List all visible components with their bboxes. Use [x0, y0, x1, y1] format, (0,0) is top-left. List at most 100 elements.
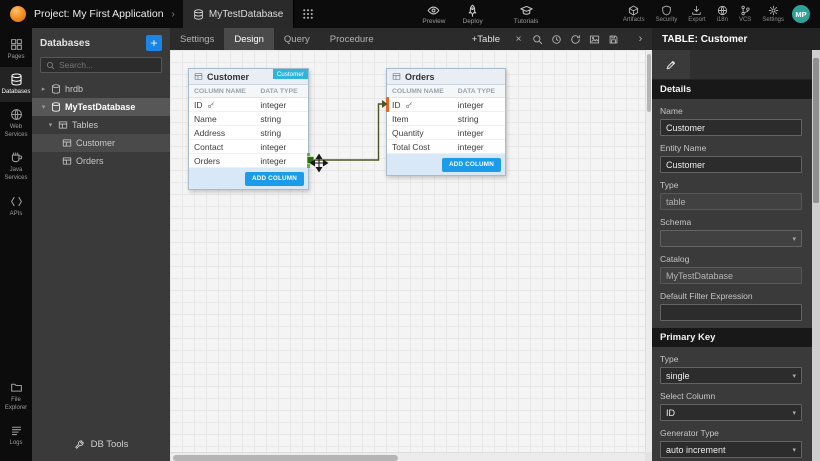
user-avatar[interactable]: MP: [792, 5, 810, 23]
search-icon: [46, 61, 55, 70]
artifacts-button[interactable]: Artifacts: [623, 5, 645, 23]
add-database-button[interactable]: +: [146, 35, 162, 51]
sidebar-item-pages[interactable]: Pages: [0, 32, 32, 67]
sidebar-item-web-services[interactable]: Web Services: [0, 102, 32, 145]
tab-mytestdatabase[interactable]: MyTestDatabase: [183, 0, 294, 28]
relation-source-handle[interactable]: [307, 153, 310, 168]
chevron-right-icon[interactable]: ▸: [40, 85, 47, 93]
properties-scrollbar[interactable]: [812, 50, 820, 461]
database-search[interactable]: [40, 57, 162, 73]
tree-item-hrdb[interactable]: ▸ hrdb: [32, 80, 170, 98]
add-column-button[interactable]: ADD COLUMN: [442, 158, 501, 172]
sidebar-item-apis[interactable]: APIs: [0, 189, 32, 224]
tab-query[interactable]: Query: [274, 28, 320, 50]
field-label-generator-type: Generator Type: [660, 428, 804, 438]
design-canvas[interactable]: Customer Customer COLUMN NAME DATA TYPE …: [170, 50, 645, 452]
vcs-button[interactable]: VCS: [739, 5, 751, 23]
export-image-icon[interactable]: [585, 28, 604, 50]
scrollbar-thumb[interactable]: [813, 58, 819, 203]
add-table-button[interactable]: +Table: [463, 28, 509, 50]
preview-button[interactable]: Preview: [422, 4, 445, 25]
tutorials-button[interactable]: Tutorials: [514, 4, 539, 25]
tab-procedure[interactable]: Procedure: [320, 28, 384, 50]
toolbar-spacer: [384, 28, 463, 50]
chevron-down-icon[interactable]: ▾: [40, 103, 47, 111]
column-row-total-cost[interactable]: Total Cost integer: [387, 140, 505, 154]
tab-design[interactable]: Design: [224, 28, 274, 50]
database-icon: [51, 102, 61, 112]
scrollbar-thumb[interactable]: [173, 455, 398, 461]
table-icon: [392, 72, 401, 81]
table-card-header[interactable]: Customer Customer: [189, 69, 308, 85]
apps-grid-icon[interactable]: [302, 8, 314, 20]
top-bar: Project: My First Application › MyTestDa…: [0, 0, 820, 28]
pk-type-select[interactable]: single ▾: [660, 367, 802, 384]
history-icon[interactable]: [547, 28, 566, 50]
file-explorer-folder-icon: [10, 381, 23, 394]
entity-name-input[interactable]: [660, 156, 802, 173]
i18n-button[interactable]: i18n: [717, 5, 728, 23]
chevron-down-icon[interactable]: ▾: [47, 121, 54, 129]
db-tools-button[interactable]: DB Tools: [32, 430, 170, 461]
tree-item-tables[interactable]: ▾ Tables: [32, 116, 170, 134]
designer-toolbar: Settings Design Query Procedure +Table ×…: [170, 28, 652, 50]
project-title: Project: My First Application: [34, 8, 164, 20]
column-row-id[interactable]: ID integer: [189, 98, 308, 112]
tab-edit[interactable]: [652, 50, 690, 79]
export-button[interactable]: Export: [688, 5, 705, 23]
sidebar-item-java-services[interactable]: Java Services: [0, 145, 32, 188]
collapse-panel-icon[interactable]: ›: [631, 28, 650, 50]
artifacts-cube-icon: [628, 5, 639, 16]
sidebar-item-logs[interactable]: Logs: [0, 418, 32, 453]
column-headers: COLUMN NAME DATA TYPE: [387, 85, 505, 98]
relation-target-marker: [386, 97, 389, 112]
app-logo-icon[interactable]: [10, 6, 26, 22]
java-services-cup-icon: [10, 151, 23, 164]
settings-button[interactable]: Settings: [762, 5, 784, 23]
column-row-address[interactable]: Address string: [189, 126, 308, 140]
column-row-name[interactable]: Name string: [189, 112, 308, 126]
column-row-orders[interactable]: Orders integer: [189, 154, 308, 168]
sidebar-item-file-explorer[interactable]: File Explorer: [0, 375, 32, 418]
discard-icon[interactable]: ×: [509, 28, 528, 50]
table-card-header[interactable]: Orders: [387, 69, 505, 85]
caret-down-icon: ▾: [792, 235, 796, 243]
add-column-button[interactable]: ADD COLUMN: [245, 172, 304, 186]
type-input: [660, 193, 802, 210]
wrench-icon: [74, 439, 85, 450]
name-input[interactable]: [660, 119, 802, 136]
table-card-customer[interactable]: Customer Customer COLUMN NAME DATA TYPE …: [188, 68, 309, 190]
canvas-horizontal-scrollbar[interactable]: [170, 452, 645, 461]
save-icon[interactable]: [604, 28, 623, 50]
canvas-vertical-scrollbar[interactable]: [645, 50, 652, 452]
scrollbar-thumb[interactable]: [647, 54, 651, 112]
tab-settings[interactable]: Settings: [170, 28, 224, 50]
table-icon: [194, 72, 203, 81]
default-filter-input[interactable]: [660, 304, 802, 321]
designer-area: Settings Design Query Procedure +Table ×…: [170, 28, 652, 461]
topbar-utilities: Artifacts Security Export i18n VCS Setti…: [623, 5, 784, 23]
refresh-icon[interactable]: [566, 28, 585, 50]
tree-item-mytestdatabase[interactable]: ▾ MyTestDatabase: [32, 98, 170, 116]
field-label-name: Name: [660, 106, 804, 116]
tree-item-customer[interactable]: Customer: [32, 134, 170, 152]
column-row-quantity[interactable]: Quantity integer: [387, 126, 505, 140]
generator-type-select[interactable]: auto increment ▾: [660, 441, 802, 458]
tree-item-orders[interactable]: Orders: [32, 152, 170, 170]
column-row-id[interactable]: ID integer: [387, 98, 505, 112]
select-column-select[interactable]: ID ▾: [660, 404, 802, 421]
databases-panel: Databases + ▸ hrdb ▾ MyTestDatabase ▾ Ta…: [32, 28, 170, 461]
left-rail: Pages Databases Web Services Java Servic…: [0, 28, 32, 461]
security-button[interactable]: Security: [656, 5, 678, 23]
table-card-orders[interactable]: Orders COLUMN NAME DATA TYPE ID integer …: [386, 68, 506, 176]
settings-gear-icon: [768, 5, 779, 16]
search-input[interactable]: [59, 60, 156, 70]
field-label-entity-name: Entity Name: [660, 143, 804, 153]
deploy-button[interactable]: Deploy: [463, 4, 483, 25]
column-row-item[interactable]: Item string: [387, 112, 505, 126]
sidebar-item-databases[interactable]: Databases: [0, 67, 32, 102]
tab-label: MyTestDatabase: [209, 9, 283, 20]
column-row-contact[interactable]: Contact integer: [189, 140, 308, 154]
zoom-search-icon[interactable]: [528, 28, 547, 50]
export-download-icon: [691, 5, 702, 16]
